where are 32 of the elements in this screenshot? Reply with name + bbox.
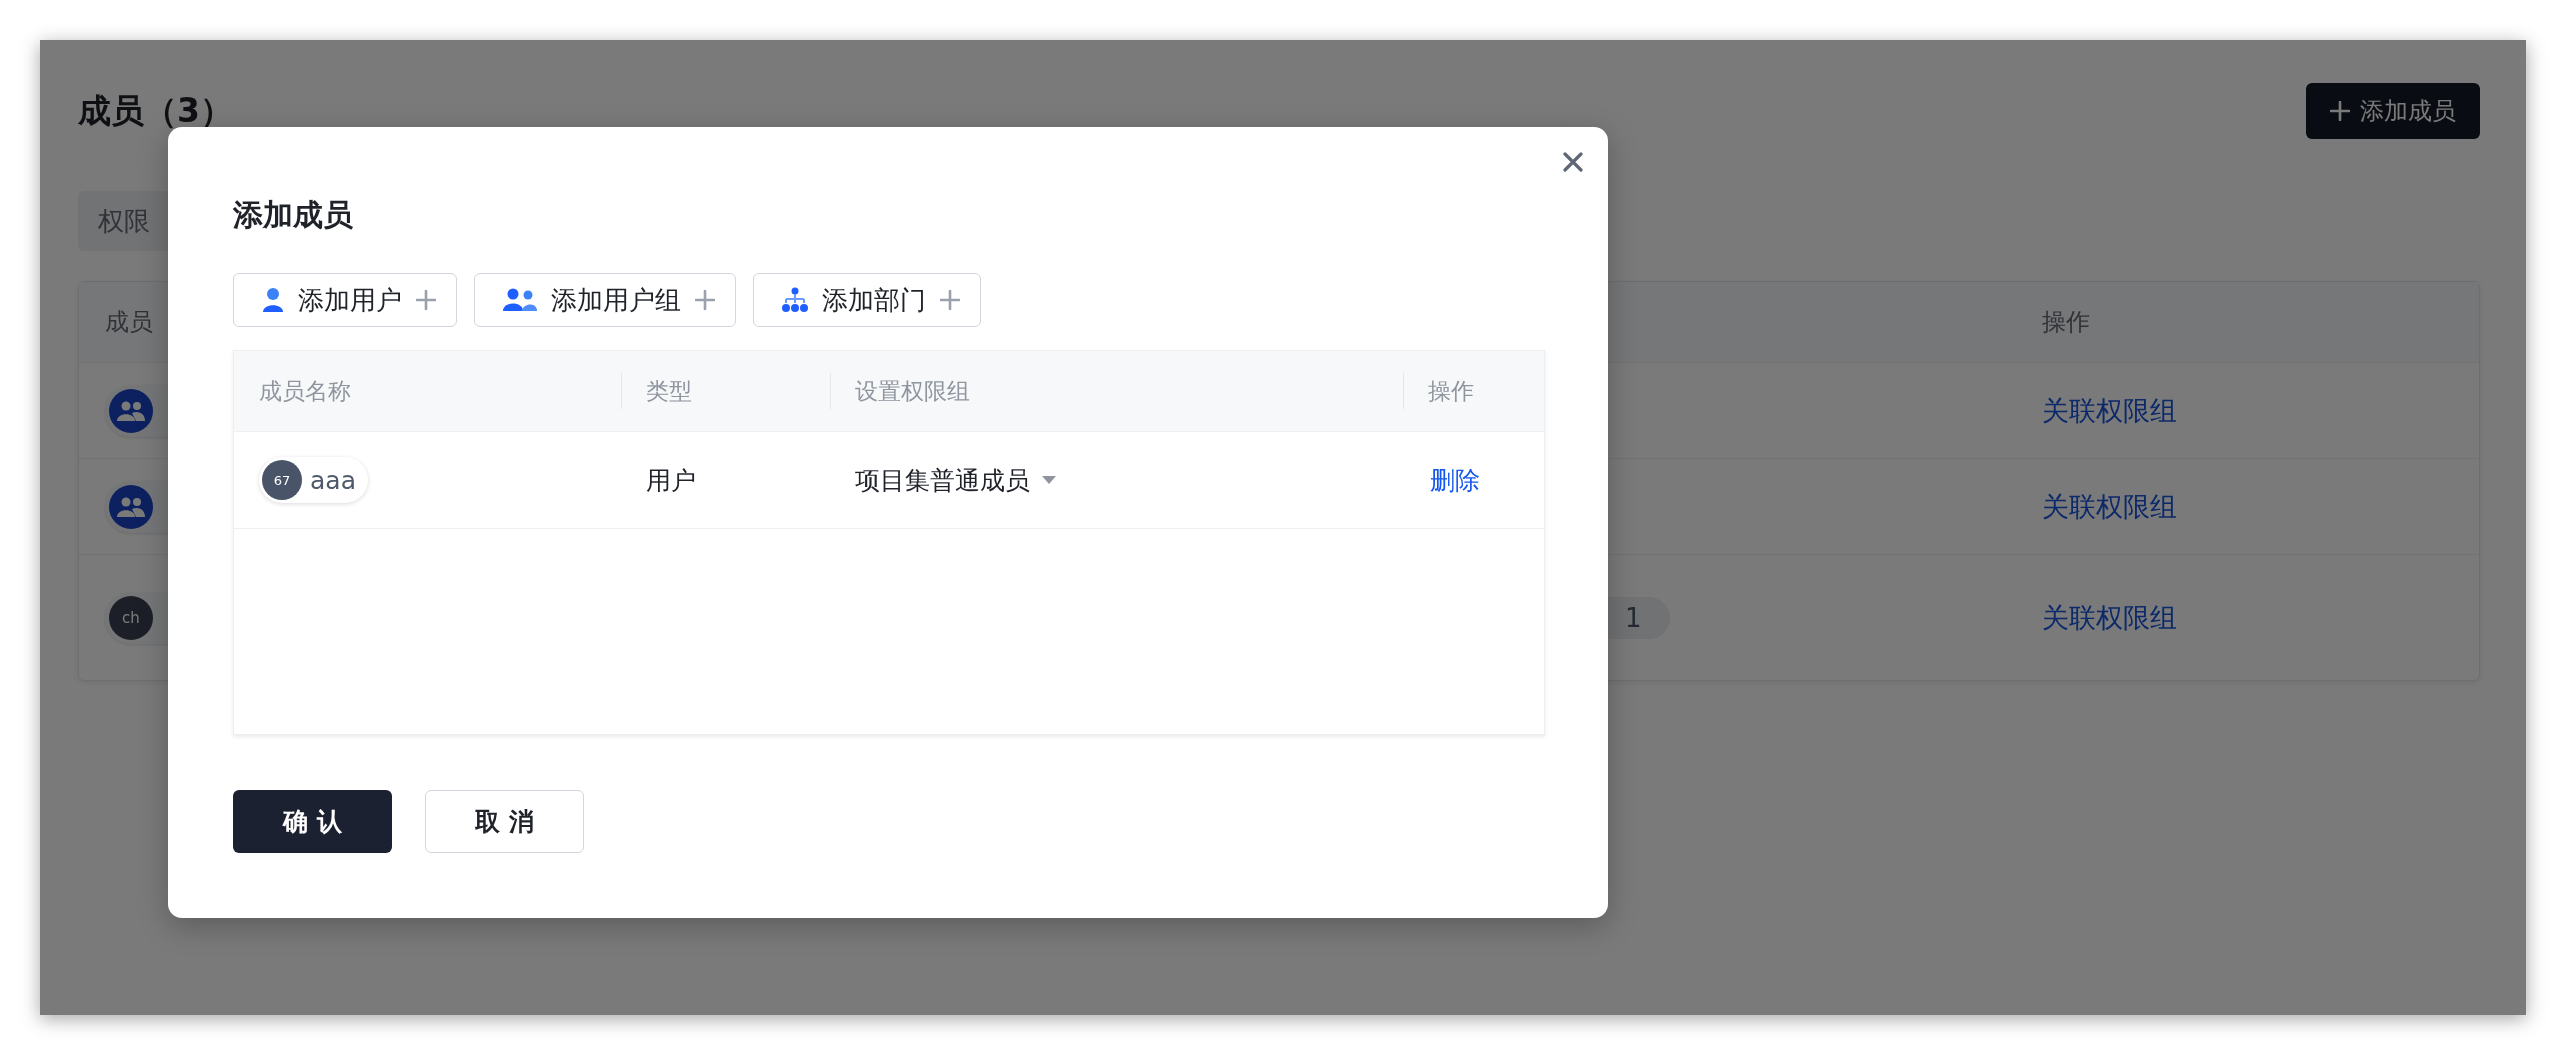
delete-link[interactable]: 删除 (1430, 463, 1480, 497)
users-icon (117, 400, 145, 421)
avatar: 67 (262, 460, 302, 500)
caret-icon (1042, 476, 1056, 484)
org-chart-icon (782, 287, 808, 313)
add-department-button[interactable]: 添加部门 (753, 273, 981, 327)
column-header: 设置权限组 (830, 351, 1403, 431)
add-group-button[interactable]: 添加用户组 (474, 273, 736, 327)
cancel-button[interactable]: 取 消 (425, 790, 584, 853)
column-header: 成员名称 (258, 376, 352, 406)
users-icon (117, 496, 145, 517)
plus-icon (2330, 101, 2350, 121)
add-user-button[interactable]: 添加用户 (233, 273, 457, 327)
column-header: 操作 (2042, 307, 2090, 338)
confirm-button[interactable]: 确 认 (233, 790, 392, 853)
close-button[interactable] (1563, 152, 1583, 172)
member-name: aaa (310, 465, 356, 495)
user-icon (262, 287, 284, 313)
close-icon (1563, 152, 1583, 172)
add-member-button[interactable]: 添加成员 (2306, 83, 2480, 139)
users-icon (503, 288, 537, 312)
plus-icon (940, 290, 960, 310)
plus-icon (695, 290, 715, 310)
page-title: 成员（3） (78, 89, 233, 132)
column-header: 类型 (621, 351, 830, 431)
permission-group-dropdown[interactable]: 项目集普通成员 (855, 463, 1056, 497)
column-header: 操作 (1403, 351, 1544, 431)
column-header: 成员 (105, 307, 153, 338)
plus-icon (416, 290, 436, 310)
dialog-title: 添加成员 (233, 196, 354, 234)
avatar: ch (109, 595, 153, 640)
member-type: 用户 (646, 464, 696, 497)
